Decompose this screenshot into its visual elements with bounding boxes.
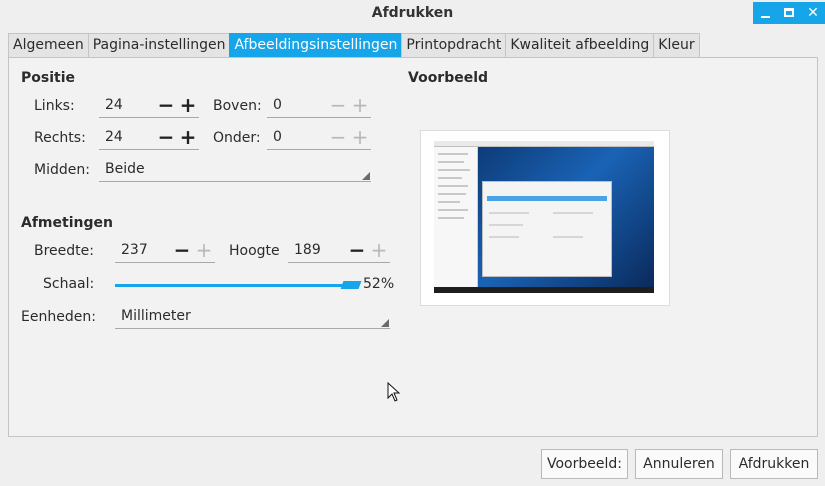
right-label: Rechts: xyxy=(34,130,86,146)
close-button[interactable]: ✕ xyxy=(801,2,825,24)
right-spinbox[interactable]: 24 − + xyxy=(99,126,199,150)
preview-thumbnail xyxy=(434,141,654,293)
left-label: Links: xyxy=(34,98,75,114)
right-increase-button[interactable]: + xyxy=(179,127,197,147)
height-label: Hoogte xyxy=(229,243,280,259)
preview-area xyxy=(420,130,670,306)
center-label: Midden: xyxy=(34,162,90,178)
tab-panel: Positie Links: 24 − + Boven: 0 − + Recht… xyxy=(8,57,818,437)
bottom-increase-button[interactable]: + xyxy=(351,127,369,147)
dimensions-section-title: Afmetingen xyxy=(21,215,113,231)
bottom-spinbox[interactable]: 0 − + xyxy=(267,126,371,150)
top-value: 0 xyxy=(273,97,282,113)
mouse-cursor-icon xyxy=(387,382,401,402)
left-decrease-button[interactable]: − xyxy=(157,95,175,115)
scale-value: 52% xyxy=(363,276,395,292)
width-decrease-button[interactable]: − xyxy=(173,240,191,260)
scale-slider-handle[interactable] xyxy=(340,281,362,289)
units-value: Millimeter xyxy=(121,308,191,324)
preview-button[interactable]: Voorbeeld: xyxy=(541,449,628,479)
left-spinbox[interactable]: 24 − + xyxy=(99,94,199,118)
height-increase-button[interactable]: + xyxy=(370,240,388,260)
top-label: Boven: xyxy=(213,98,262,114)
dropdown-arrow-icon xyxy=(362,172,370,180)
width-spinbox[interactable]: 237 − + xyxy=(115,239,215,263)
title-bar: Afdrukken ✕ xyxy=(0,0,825,28)
minimize-button[interactable] xyxy=(753,2,777,24)
window-title: Afdrukken xyxy=(371,5,454,21)
height-value: 189 xyxy=(294,242,321,258)
position-section-title: Positie xyxy=(21,70,75,86)
scale-label: Schaal: xyxy=(43,276,95,292)
right-decrease-button[interactable]: − xyxy=(157,127,175,147)
center-dropdown[interactable]: Beide xyxy=(99,158,371,182)
left-value: 24 xyxy=(105,97,123,113)
maximize-icon xyxy=(784,8,794,17)
minimize-icon xyxy=(760,16,770,18)
left-increase-button[interactable]: + xyxy=(179,95,197,115)
center-value: Beide xyxy=(105,161,145,177)
tab-color[interactable]: Kleur xyxy=(653,33,700,57)
preview-title: Voorbeeld xyxy=(408,70,489,86)
height-spinbox[interactable]: 189 − + xyxy=(288,239,390,263)
tab-general[interactable]: Algemeen xyxy=(8,33,89,57)
tab-page-setup[interactable]: Pagina-instellingen xyxy=(87,33,231,57)
dropdown-arrow-icon xyxy=(381,319,389,327)
bottom-value: 0 xyxy=(273,129,282,145)
units-dropdown[interactable]: Millimeter xyxy=(115,305,390,329)
maximize-button[interactable] xyxy=(777,2,801,24)
width-label: Breedte: xyxy=(34,243,94,259)
right-value: 24 xyxy=(105,129,123,145)
tab-print-job[interactable]: Printopdracht xyxy=(401,33,507,57)
cancel-button[interactable]: Annuleren xyxy=(635,449,723,479)
top-spinbox[interactable]: 0 − + xyxy=(267,94,371,118)
tab-image-settings[interactable]: Afbeeldingsinstellingen xyxy=(229,33,403,57)
top-decrease-button[interactable]: − xyxy=(329,95,347,115)
width-value: 237 xyxy=(121,242,148,258)
print-button[interactable]: Afdrukken xyxy=(730,449,818,479)
height-decrease-button[interactable]: − xyxy=(348,240,366,260)
close-icon: ✕ xyxy=(807,5,819,21)
top-increase-button[interactable]: + xyxy=(351,95,369,115)
width-increase-button[interactable]: + xyxy=(195,240,213,260)
units-label: Eenheden: xyxy=(21,309,96,325)
tab-image-quality[interactable]: Kwaliteit afbeelding xyxy=(505,33,655,57)
tab-bar: Algemeen Pagina-instellingen Afbeeldings… xyxy=(8,33,700,57)
bottom-label: Onder: xyxy=(213,130,261,146)
scale-slider-track[interactable] xyxy=(115,284,357,287)
bottom-decrease-button[interactable]: − xyxy=(329,127,347,147)
